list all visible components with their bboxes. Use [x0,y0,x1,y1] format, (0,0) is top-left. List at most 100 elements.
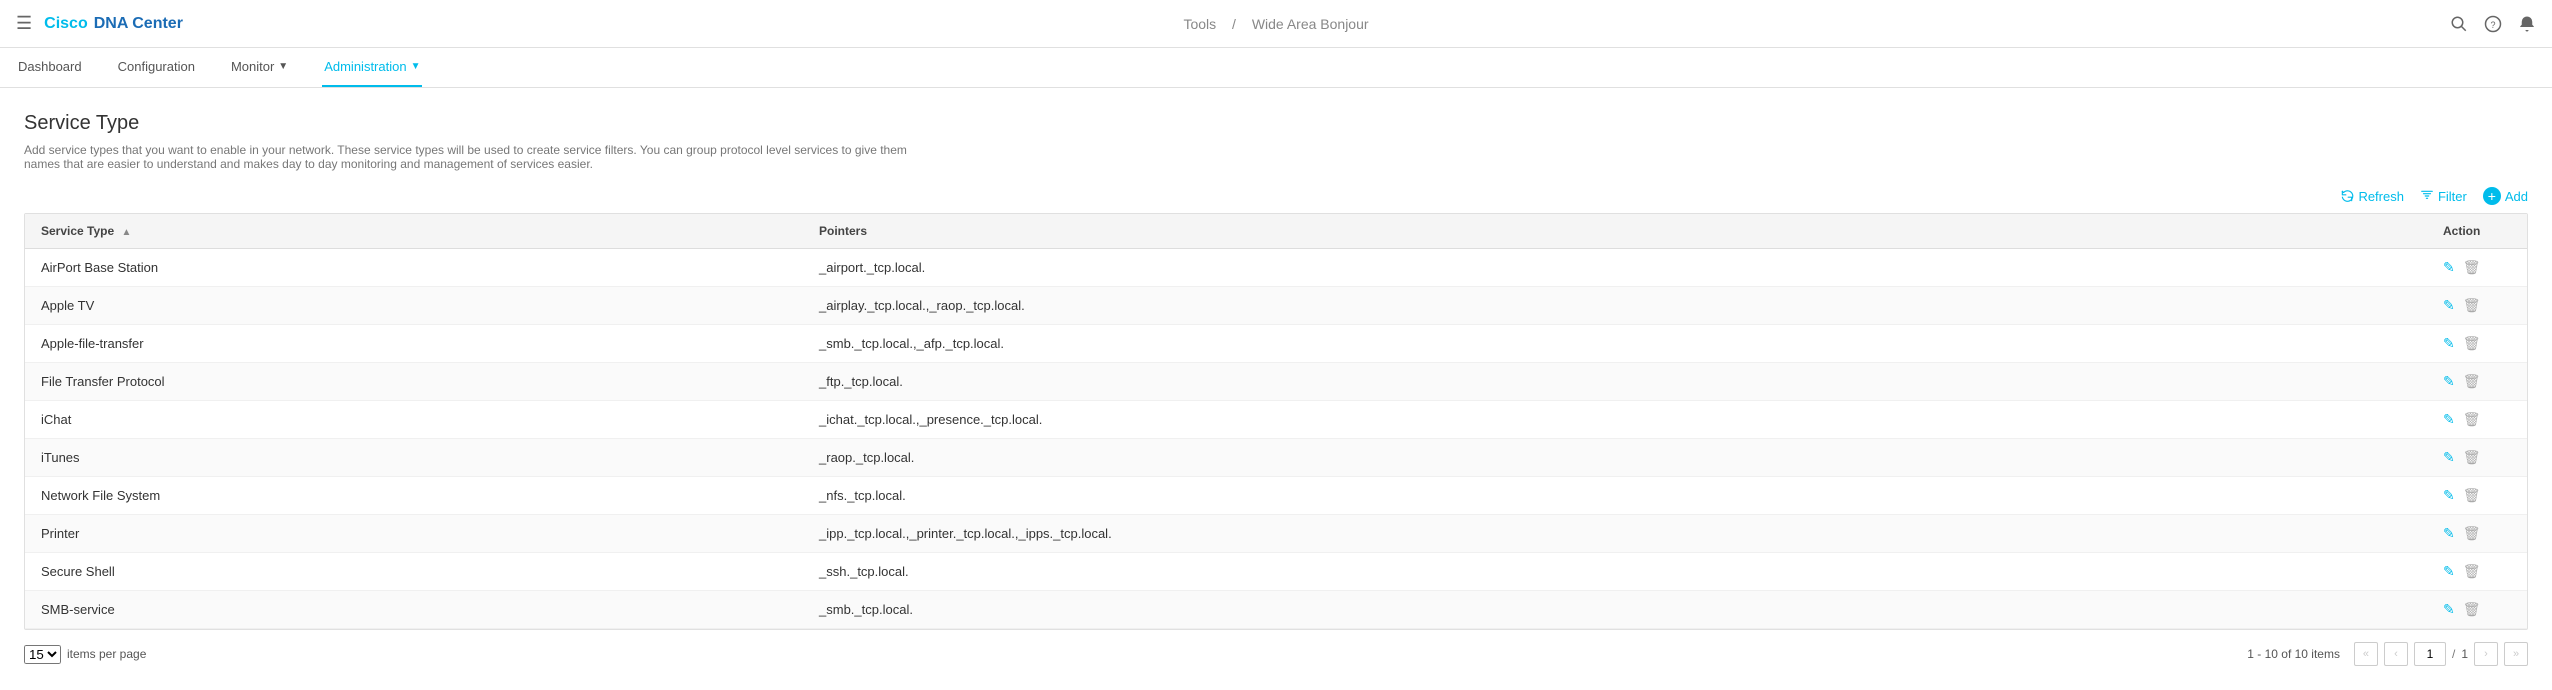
edit-icon[interactable]: ✎ [2443,563,2455,580]
action-cell: ✎ 🗑 [2427,401,2527,439]
filter-button[interactable]: Filter [2420,189,2467,204]
refresh-button[interactable]: Refresh [2340,189,2404,204]
pointers-cell: _ipp._tcp.local.,_printer._tcp.local.,_i… [803,515,2427,553]
table-row: iTunes _raop._tcp.local. ✎ 🗑 [25,439,2527,477]
breadcrumb-separator: / [1232,16,1236,32]
action-cell: ✎ 🗑 [2427,477,2527,515]
table-row: iChat _ichat._tcp.local.,_presence._tcp.… [25,401,2527,439]
total-pages: 1 [2461,647,2468,661]
delete-icon[interactable]: 🗑 [2463,297,2481,314]
nav-label-configuration: Configuration [118,59,195,74]
nav-label-administration: Administration [324,59,406,74]
refresh-label: Refresh [2358,189,2404,204]
edit-icon[interactable]: ✎ [2443,411,2455,428]
nav-item-dashboard[interactable]: Dashboard [16,48,84,87]
col-label-pointers: Pointers [819,224,867,238]
items-per-page-section: 15 25 50 items per page [24,645,146,664]
edit-icon[interactable]: ✎ [2443,335,2455,352]
items-per-page-select[interactable]: 15 25 50 [24,645,61,664]
pointers-cell: _ssh._tcp.local. [803,553,2427,591]
edit-icon[interactable]: ✎ [2443,525,2455,542]
action-cell: ✎ 🗑 [2427,325,2527,363]
prev-page-button[interactable]: ‹ [2384,642,2408,666]
col-label-action: Action [2443,224,2480,238]
nav-label-dashboard: Dashboard [18,59,82,74]
pointers-cell: _airport._tcp.local. [803,249,2427,287]
page-subtitle: Wide Area Bonjour [1252,16,1369,32]
filter-icon [2420,189,2434,203]
current-page-input[interactable] [2414,642,2446,666]
pagination-summary: 1 - 10 of 10 items [2247,647,2340,661]
main-content: Service Type Add service types that you … [0,88,2552,690]
chevron-down-icon-admin: ▼ [411,61,421,72]
nav-item-monitor[interactable]: Monitor ▼ [229,48,290,87]
pointers-cell: _ftp._tcp.local. [803,363,2427,401]
service-type-cell: SMB-service [25,591,803,629]
notification-icon[interactable] [2518,15,2536,33]
action-cell: ✎ 🗑 [2427,249,2527,287]
edit-icon[interactable]: ✎ [2443,373,2455,390]
last-page-button[interactable]: » [2504,642,2528,666]
page-of-label: / [2452,647,2455,661]
cisco-label: Cisco [44,15,88,33]
service-type-cell: Network File System [25,477,803,515]
delete-icon[interactable]: 🗑 [2463,449,2481,466]
edit-icon[interactable]: ✎ [2443,297,2455,314]
filter-label: Filter [2438,189,2467,204]
edit-icon[interactable]: ✎ [2443,487,2455,504]
help-icon[interactable]: ? [2484,15,2502,33]
nav-label-monitor: Monitor [231,59,274,74]
top-nav-icons: ? [2450,15,2536,33]
col-header-action: Action [2427,214,2527,249]
action-cell: ✎ 🗑 [2427,591,2527,629]
edit-icon[interactable]: ✎ [2443,259,2455,276]
hamburger-icon[interactable]: ☰ [16,13,32,34]
add-button[interactable]: + Add [2483,187,2528,205]
pagination: 1 - 10 of 10 items « ‹ / 1 › » [2247,642,2528,666]
refresh-icon [2340,189,2354,203]
service-type-cell: File Transfer Protocol [25,363,803,401]
search-icon[interactable] [2450,15,2468,33]
table-row: AirPort Base Station _airport._tcp.local… [25,249,2527,287]
table-header-row: Service Type ▲ Pointers Action [25,214,2527,249]
pointers-cell: _raop._tcp.local. [803,439,2427,477]
chevron-down-icon: ▼ [278,61,288,72]
delete-icon[interactable]: 🗑 [2463,335,2481,352]
edit-icon[interactable]: ✎ [2443,449,2455,466]
table-row: Apple TV _airplay._tcp.local.,_raop._tcp… [25,287,2527,325]
first-page-button[interactable]: « [2354,642,2378,666]
pointers-cell: _smb._tcp.local.,_afp._tcp.local. [803,325,2427,363]
dna-label: DNA Center [94,15,183,33]
nav-item-configuration[interactable]: Configuration [116,48,197,87]
delete-icon[interactable]: 🗑 [2463,487,2481,504]
delete-icon[interactable]: 🗑 [2463,563,2481,580]
nav-item-administration[interactable]: Administration ▼ [322,48,422,87]
col-label-service-type: Service Type [41,224,114,238]
table-row: File Transfer Protocol _ftp._tcp.local. … [25,363,2527,401]
col-header-service-type[interactable]: Service Type ▲ [25,214,803,249]
service-type-cell: Apple TV [25,287,803,325]
action-cell: ✎ 🗑 [2427,363,2527,401]
delete-icon[interactable]: 🗑 [2463,411,2481,428]
table-row: Network File System _nfs._tcp.local. ✎ 🗑 [25,477,2527,515]
action-cell: ✎ 🗑 [2427,515,2527,553]
edit-icon[interactable]: ✎ [2443,601,2455,618]
brand: Cisco DNA Center [44,15,183,33]
pointers-cell: _nfs._tcp.local. [803,477,2427,515]
items-per-page-label: items per page [67,647,146,661]
delete-icon[interactable]: 🗑 [2463,601,2481,618]
second-nav: Dashboard Configuration Monitor ▼ Admini… [0,48,2552,88]
service-type-cell: Printer [25,515,803,553]
svg-text:?: ? [2490,19,2495,29]
delete-icon[interactable]: 🗑 [2463,373,2481,390]
delete-icon[interactable]: 🗑 [2463,259,2481,276]
sort-icon-service-type: ▲ [122,227,132,238]
pointers-cell: _smb._tcp.local. [803,591,2427,629]
next-page-button[interactable]: › [2474,642,2498,666]
delete-icon[interactable]: 🗑 [2463,525,2481,542]
service-type-table: Service Type ▲ Pointers Action AirPort B… [24,213,2528,630]
action-cell: ✎ 🗑 [2427,553,2527,591]
page-description: Add service types that you want to enabl… [24,143,924,171]
footer: 15 25 50 items per page 1 - 10 of 10 ite… [24,642,2528,666]
table-row: Apple-file-transfer _smb._tcp.local.,_af… [25,325,2527,363]
